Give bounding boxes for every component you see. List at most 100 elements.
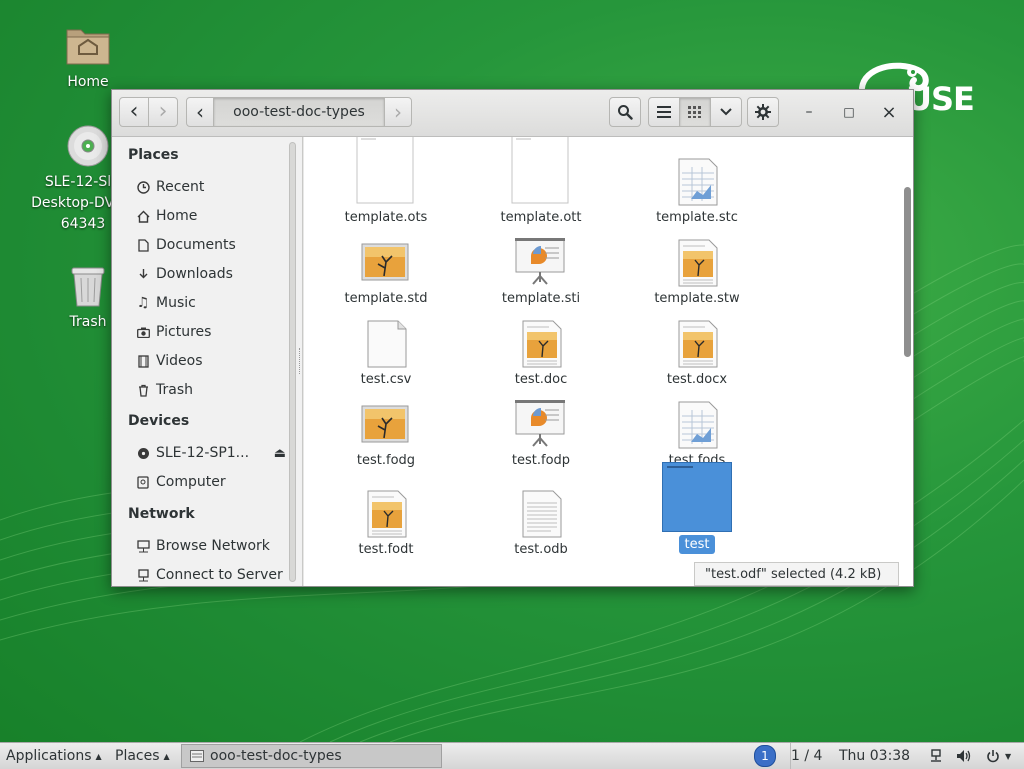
volume-control[interactable]: [956, 743, 972, 769]
path-segment-button[interactable]: ooo-test-doc-types: [213, 97, 385, 127]
file-item[interactable]: test.csv: [316, 299, 456, 387]
file-item[interactable]: template.ott: [471, 137, 611, 225]
sidebar-item-videos[interactable]: Videos: [136, 348, 296, 374]
search-icon: [618, 105, 633, 120]
sidebar-item-recent[interactable]: Recent: [136, 174, 296, 200]
file-item[interactable]: template.stw: [627, 218, 767, 306]
taskbar-window-button[interactable]: ooo-test-doc-types: [181, 744, 442, 768]
file-textimage-icon: [316, 469, 456, 539]
file-selected-icon: [627, 462, 767, 532]
clock-icon: [136, 180, 150, 194]
search-button[interactable]: [609, 97, 641, 127]
path-scroll-right-button[interactable]: ›: [384, 97, 412, 127]
places-sidebar: Places Recent Home Documents Downloads ♫…: [112, 137, 303, 586]
dvd-icon: [67, 125, 109, 167]
file-item[interactable]: test.docx: [627, 299, 767, 387]
desktop-trash-label: Trash: [69, 314, 107, 330]
clock[interactable]: Thu 03:38: [839, 743, 910, 769]
sidebar-item-sle-disc[interactable]: SLE-12-SP1... ⏏: [136, 440, 286, 466]
file-item[interactable]: template.stc: [627, 137, 767, 225]
close-icon: ×: [881, 101, 897, 123]
sidebar-item-trash[interactable]: Trash: [136, 377, 296, 403]
sidebar-item-label: Videos: [156, 353, 203, 369]
power-icon: [987, 750, 999, 763]
view-menu-button[interactable]: [710, 97, 742, 127]
file-item[interactable]: template.sti: [471, 218, 611, 306]
file-item[interactable]: test.fodg: [316, 380, 456, 468]
back-button[interactable]: ‹: [119, 97, 149, 127]
trash-icon: [136, 383, 150, 397]
file-item[interactable]: test.fodp: [471, 380, 611, 468]
sidebar-item-music[interactable]: ♫ Music: [136, 290, 296, 316]
disc-icon: [136, 446, 150, 460]
sidebar-scrollbar[interactable]: [289, 142, 296, 582]
back-arrow-icon: ‹: [129, 99, 139, 124]
desktop-home-icon[interactable]: Home: [40, 24, 136, 93]
list-view-button[interactable]: [648, 97, 680, 127]
sidebar-item-documents[interactable]: Documents: [136, 232, 296, 258]
sidebar-item-computer[interactable]: Computer: [136, 469, 296, 495]
minimize-button[interactable]: –: [794, 97, 824, 127]
header-bar: ‹ › ‹ ooo-test-doc-types › – □ ×: [112, 90, 913, 137]
file-lines-icon: [471, 469, 611, 539]
network-icon: [136, 539, 150, 553]
sidebar-item-browse-network[interactable]: Browse Network: [136, 533, 296, 559]
document-icon: [136, 238, 150, 252]
file-image-icon: [316, 380, 456, 450]
file-item[interactable]: test.odb: [471, 469, 611, 557]
settings-menu-button[interactable]: [747, 97, 779, 127]
file-item[interactable]: template.ots: [316, 137, 456, 225]
applications-menu[interactable]: Applications ▲: [6, 743, 102, 769]
volume-icon: [957, 750, 971, 762]
minimize-icon: –: [805, 104, 813, 120]
forward-button[interactable]: ›: [148, 97, 178, 127]
file-name-label: test.odb: [514, 542, 568, 557]
file-name-label: test: [678, 535, 716, 554]
close-button[interactable]: ×: [874, 97, 904, 127]
gear-icon: [755, 104, 771, 120]
sidebar-item-pictures[interactable]: Pictures: [136, 319, 296, 345]
network-status[interactable]: [929, 743, 943, 769]
clock-label: Thu 03:38: [839, 748, 911, 764]
eject-icon[interactable]: ⏏: [274, 446, 286, 461]
file-name-label: test.fodg: [356, 453, 416, 468]
maximize-icon: □: [843, 105, 855, 119]
file-item[interactable]: template.std: [316, 218, 456, 306]
file-item[interactable]: test: [627, 462, 767, 554]
maximize-button[interactable]: □: [834, 97, 864, 127]
sidebar-item-label: Connect to Server: [156, 567, 283, 583]
places-menu[interactable]: Places ▲: [115, 743, 170, 769]
file-name-label: test.fodt: [358, 542, 414, 557]
file-textimage-icon: [627, 218, 767, 288]
film-icon: [136, 354, 150, 368]
forward-arrow-icon: ›: [158, 99, 168, 124]
path-scroll-left-button[interactable]: ‹: [186, 97, 214, 127]
sidebar-item-label: Downloads: [156, 266, 233, 282]
file-manager-icon: [190, 750, 204, 762]
computer-icon: [136, 475, 150, 489]
sidebar-item-downloads[interactable]: Downloads: [136, 261, 296, 287]
workspace-switcher[interactable]: 1 / 4: [790, 743, 822, 769]
content-scrollbar[interactable]: [904, 187, 911, 357]
applications-label: Applications: [6, 748, 92, 764]
file-plain-icon: [316, 299, 456, 369]
chevron-right-icon: ›: [394, 100, 402, 124]
list-view-icon: [657, 106, 671, 118]
sidebar-item-label: Computer: [156, 474, 226, 490]
file-spreadsheet-icon: [627, 137, 767, 207]
chevron-down-icon: [720, 108, 732, 116]
file-item[interactable]: test.fods: [627, 380, 767, 468]
taskbar: Applications ▲ Places ▲ ooo-test-doc-typ…: [0, 742, 1024, 769]
file-item[interactable]: test.doc: [471, 299, 611, 387]
sidebar-item-connect-server[interactable]: Connect to Server: [136, 562, 296, 586]
file-item[interactable]: test.fodt: [316, 469, 456, 557]
file-spreadsheet-icon: [627, 380, 767, 450]
power-menu[interactable]: ▼: [986, 743, 1011, 769]
caret-down-icon: ▼: [1005, 751, 1012, 761]
workspace-label: 1 / 4: [791, 748, 823, 764]
workspace-badge[interactable]: 1: [754, 743, 776, 769]
camera-icon: [136, 325, 150, 339]
sidebar-item-home[interactable]: Home: [136, 203, 296, 229]
file-image-icon: [316, 218, 456, 288]
grid-view-button[interactable]: [679, 97, 711, 127]
